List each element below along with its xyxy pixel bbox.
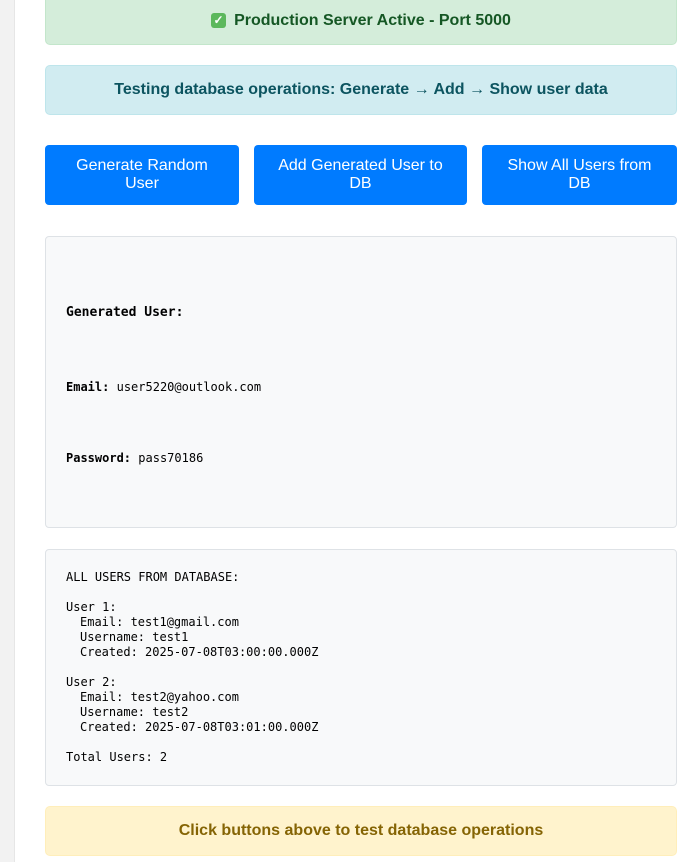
info-banner: Testing database operations: Generate → … [45, 65, 677, 115]
generated-user-panel: Generated User: Email: user5220@outlook.… [45, 236, 677, 528]
generated-email-line: Email: user5220@outlook.com [66, 380, 261, 394]
page: ✓ Production Server Active - Port 5000 T… [0, 0, 694, 862]
hint-banner: Click buttons above to test database ope… [45, 806, 677, 856]
action-buttons: Generate Random User Add Generated User … [45, 145, 677, 205]
user-title: User 1: [66, 600, 117, 614]
user-email: Email: test2@yahoo.com [80, 690, 239, 704]
server-status-text: Production Server Active - Port 5000 [234, 11, 511, 29]
email-label: Email: [66, 380, 110, 394]
total-users: Total Users: 2 [66, 750, 168, 764]
user-created: Created: 2025-07-08T03:01:00.000Z [80, 720, 319, 734]
generated-user-title: Generated User: [66, 305, 184, 320]
user-title: User 2: [66, 675, 117, 689]
user-username: Username: test1 [80, 630, 189, 644]
generated-password-line: Password: pass70186 [66, 451, 203, 465]
show-users-button[interactable]: Show All Users from DB [482, 145, 677, 205]
main-container: ✓ Production Server Active - Port 5000 T… [45, 0, 677, 856]
generate-user-button[interactable]: Generate Random User [45, 145, 239, 205]
database-users-panel: ALL USERS FROM DATABASE: User 1: Email: … [45, 549, 677, 786]
user-created: Created: 2025-07-08T03:00:00.000Z [80, 645, 319, 659]
hint-text: Click buttons above to test database ope… [178, 822, 544, 839]
server-status-banner: ✓ Production Server Active - Port 5000 [45, 0, 677, 45]
email-value: user5220@outlook.com [116, 380, 262, 394]
left-gutter [0, 0, 15, 862]
user-email: Email: test1@gmail.com [80, 615, 239, 629]
password-value: pass70186 [138, 451, 204, 465]
user-username: Username: test2 [80, 705, 189, 719]
database-header: ALL USERS FROM DATABASE: [66, 570, 240, 584]
password-label: Password: [66, 451, 132, 465]
add-user-button[interactable]: Add Generated User to DB [254, 145, 467, 205]
info-text: Testing database operations: Generate → … [114, 81, 608, 98]
check-mark-icon: ✓ [211, 13, 227, 28]
